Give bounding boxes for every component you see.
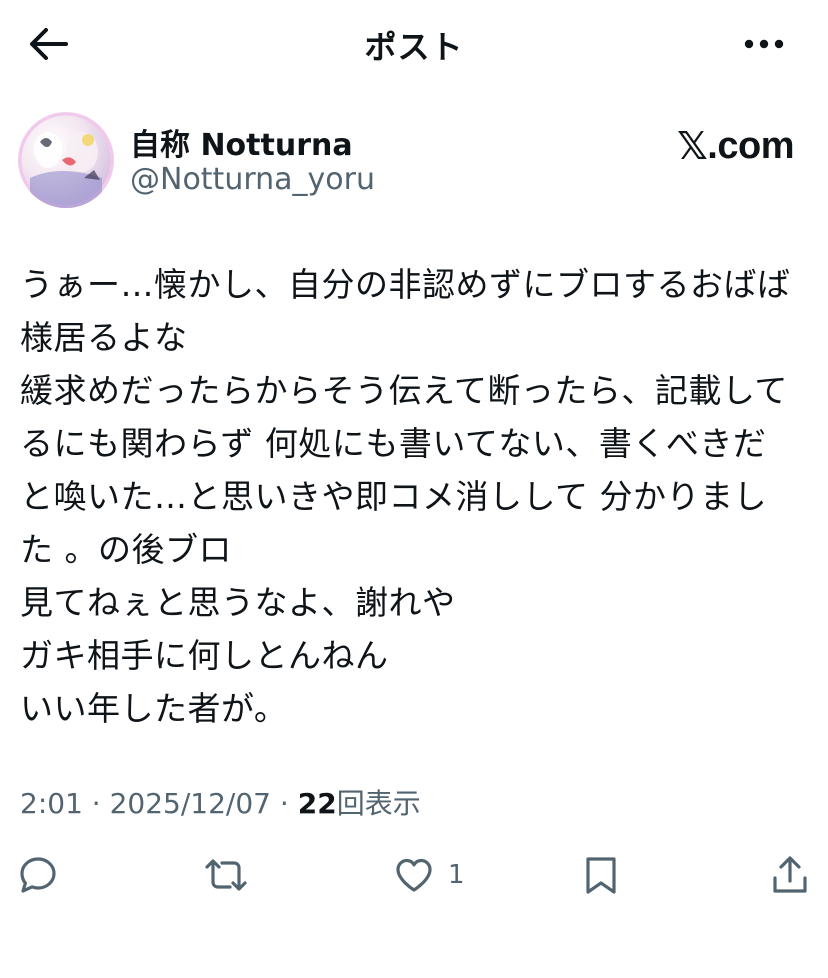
avatar[interactable]	[18, 112, 114, 208]
like-button[interactable]: 1	[394, 848, 465, 902]
author-display-name[interactable]: 自称 Notturna	[130, 120, 353, 164]
meta-separator: ·	[279, 787, 289, 820]
post-line: いい年した者が。	[20, 689, 288, 728]
post-line: うぁー…懐かし、自分の非認めずにブロするおばば	[20, 265, 791, 304]
post-line: 緩求めだったらからそう伝えて断ったら、記載して	[20, 371, 788, 410]
repost-button[interactable]	[204, 848, 248, 902]
repost-icon	[205, 859, 247, 891]
bookmark-icon	[586, 857, 616, 894]
meta-separator: ·	[91, 787, 101, 820]
post-line: 様居るよな	[20, 318, 188, 357]
page-title: ポスト	[364, 28, 464, 66]
views-count[interactable]: 22	[298, 787, 337, 820]
bookmark-button[interactable]	[584, 848, 618, 902]
avatar-illustration	[18, 112, 114, 208]
reply-bubble-icon	[20, 857, 56, 893]
post-line: 見てねぇと思うなよ、謝れや	[20, 583, 456, 622]
reply-button[interactable]	[18, 848, 58, 902]
post-text: うぁー…懐かし、自分の非認めずにブロするおばば 様居るよな 緩求めだったらからそ…	[20, 258, 810, 735]
post-line: と喚いた…と思いきや即コメ消しして 分かりまし	[20, 477, 767, 516]
views-label: 回表示	[336, 787, 421, 820]
action-bar: 1	[0, 848, 828, 902]
share-button[interactable]	[770, 848, 810, 902]
post-time[interactable]: 2:01	[20, 787, 83, 820]
post-metadata: 2:01 · 2025/12/07 · 22回表示	[20, 782, 421, 822]
post-date[interactable]: 2025/12/07	[110, 787, 271, 820]
x-logo-icon: 𝕏	[677, 124, 708, 168]
share-icon	[773, 856, 807, 893]
heart-icon	[396, 858, 432, 892]
brand-suffix: .com	[707, 124, 794, 167]
post-line: るにも関わらず 何処にも書いてない、書くべきだ	[20, 424, 767, 463]
author-handle[interactable]: @Notturna_yoru	[130, 162, 375, 197]
post-line: ガキ相手に何しとんねん	[20, 636, 389, 675]
top-bar: ポスト	[0, 0, 828, 90]
more-options-button[interactable]	[740, 26, 788, 62]
x-com-logo: 𝕏 .com	[677, 124, 794, 168]
more-dots-icon	[744, 39, 784, 49]
post-line: た 。の後ブロ	[20, 530, 232, 569]
like-count: 1	[448, 860, 465, 890]
